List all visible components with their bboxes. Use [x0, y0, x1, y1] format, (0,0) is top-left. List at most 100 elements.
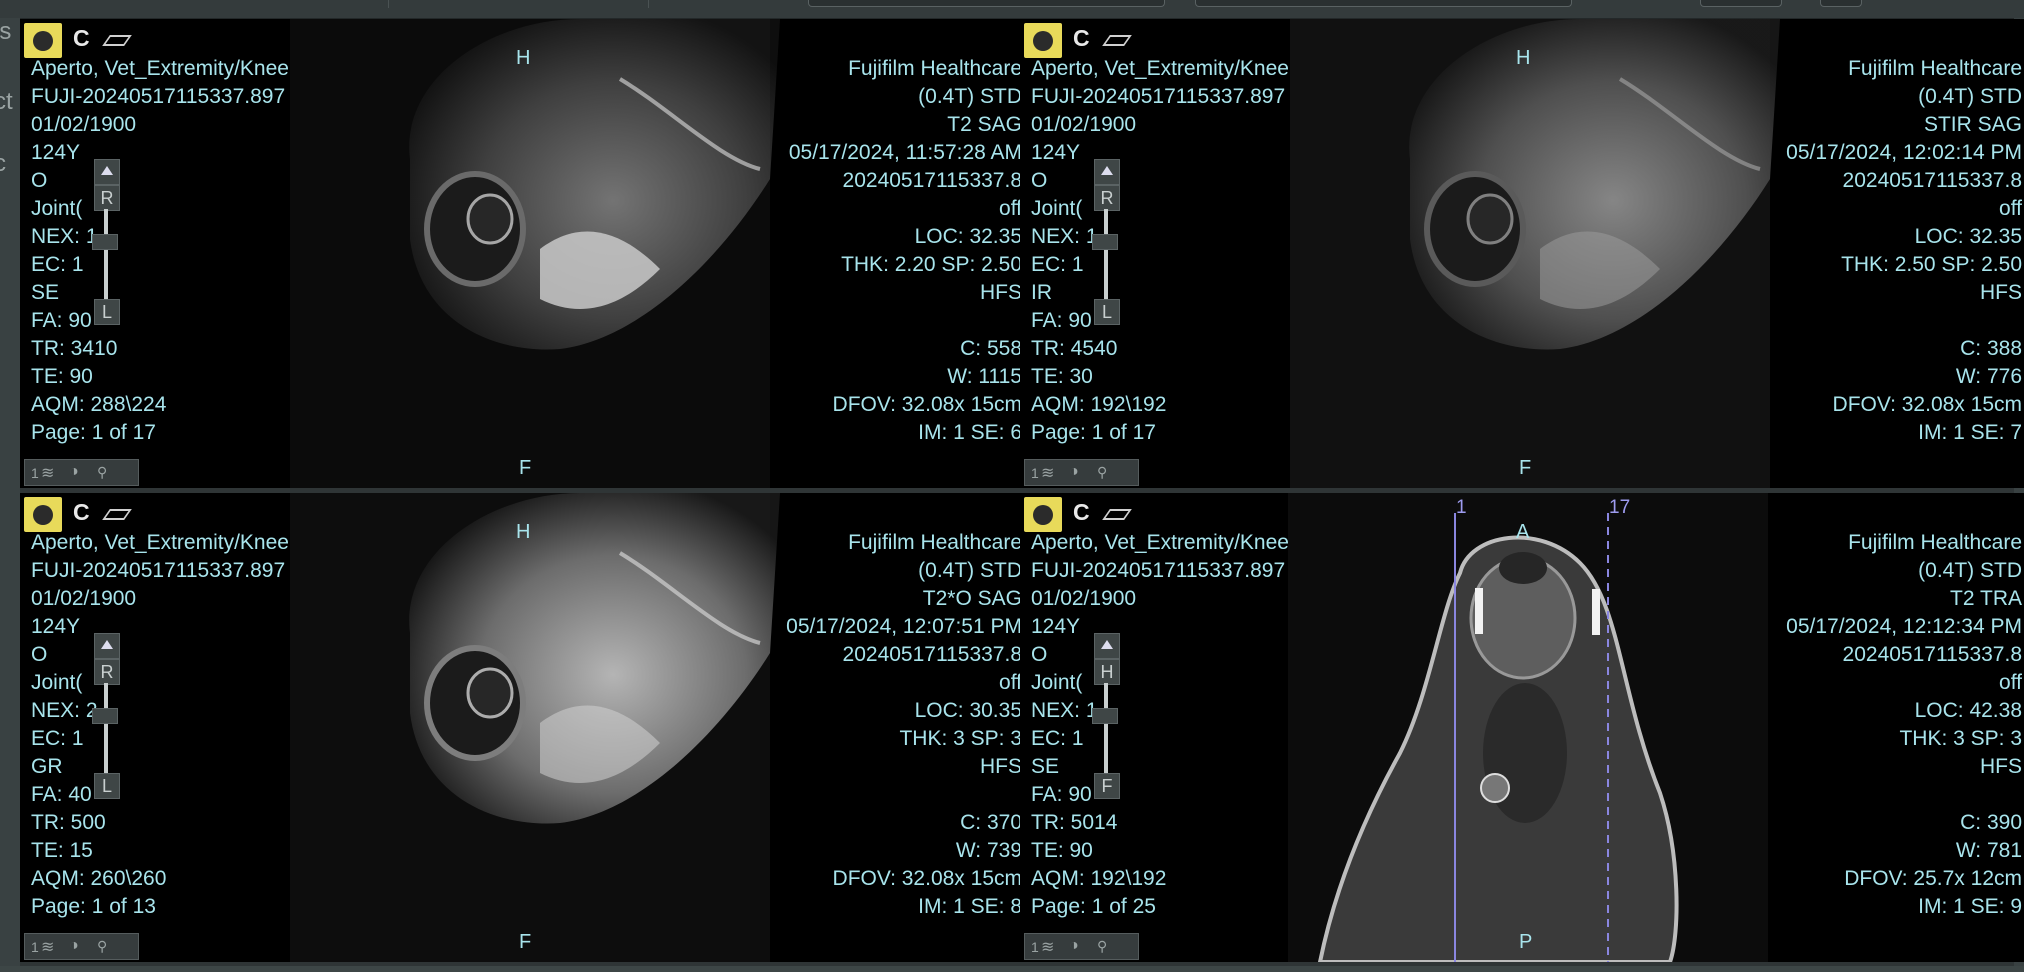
overlay-left-line: FUJI-20240517115337.897: [1031, 85, 1286, 108]
overlay-right-line: 05/17/2024, 12:07:51 PM: [786, 615, 1022, 638]
slice-scrollbar[interactable]: R L: [92, 633, 122, 799]
scroll-up-icon[interactable]: [1094, 633, 1120, 659]
overlay-left-line: Page: 1 of 25: [1031, 895, 1156, 918]
scale-top-label: R: [1094, 185, 1120, 211]
scroll-track[interactable]: [104, 683, 108, 778]
viewport-toolbar: 1 ≋ ◑ ⚲: [1024, 933, 1139, 960]
overlay-right-line: 05/17/2024, 12:02:14 PM: [1786, 141, 2022, 164]
orientation-bottom: F: [519, 931, 532, 953]
sidebar-fragment: is: [0, 18, 12, 45]
layers-icon[interactable]: ≋: [41, 463, 54, 483]
slice-scrollbar[interactable]: R L: [1092, 159, 1122, 325]
series-dropdown[interactable]: [808, 0, 1165, 7]
series-thumbnail-icon[interactable]: [24, 23, 62, 58]
scroll-track[interactable]: [1104, 209, 1108, 304]
contrast-icon[interactable]: ◑: [1069, 937, 1079, 955]
zoom-icon[interactable]: ⚲: [1097, 464, 1107, 481]
series-thumbnail-icon[interactable]: [1024, 497, 1062, 532]
overlay-left-line: AQM: 192\192: [1031, 867, 1167, 890]
scale-top-label: R: [94, 185, 120, 211]
series-thumbnail-icon[interactable]: [24, 497, 62, 532]
overlay-left-line: 01/02/1900: [1031, 587, 1137, 610]
toolbar-segment: [0, 0, 389, 8]
overlay-left-line: TE: 15: [31, 839, 93, 862]
slice-guide-label: 1: [1456, 497, 1467, 518]
overlay-right-line: Fujifilm Healthcare: [1848, 57, 2022, 80]
overlay-left-line: AQM: 288\224: [31, 393, 167, 416]
contrast-icon[interactable]: ◑: [69, 937, 79, 955]
overlay-left-line: EC: 1: [1031, 253, 1084, 276]
overlay-left-line: Aperto, Vet_Extremity/Knee: [31, 57, 289, 80]
scale-bottom-label: L: [94, 299, 120, 325]
overlay-left-line: 124Y: [1031, 141, 1081, 164]
slice-guide-line[interactable]: [1454, 513, 1456, 962]
zoom-icon[interactable]: ⚲: [97, 938, 107, 955]
overlay-right-line: THK: 3 SP: 3: [899, 727, 1022, 750]
overlay-right-line: IM: 1 SE: 7: [1918, 421, 2022, 444]
overlay-right-line: Fujifilm Healthcare: [848, 57, 1022, 80]
layers-icon[interactable]: ≋: [41, 937, 54, 957]
scroll-up-icon[interactable]: [94, 633, 120, 659]
scroll-track[interactable]: [104, 209, 108, 304]
overlay-left-line: FA: 90: [1031, 783, 1092, 806]
slice-guide-line[interactable]: [1607, 513, 1609, 962]
zoom-icon[interactable]: ⚲: [97, 464, 107, 481]
toolbar-button[interactable]: [1700, 0, 1782, 7]
scroll-thumb[interactable]: [92, 708, 118, 724]
overlay-right-line: C: 390: [1960, 811, 2022, 834]
scroll-track[interactable]: [1104, 683, 1108, 778]
orientation-bottom: F: [519, 457, 532, 479]
overlay-left-line: Page: 1 of 17: [1031, 421, 1156, 444]
viewport-1[interactable]: C H F Aperto, Vet_Extremity/Knee FUJI-2024…: [20, 19, 1032, 488]
orientation-top: H: [516, 521, 531, 543]
overlay-left-line: 01/02/1900: [1031, 113, 1137, 136]
series-thumbnail-icon[interactable]: [1024, 23, 1062, 58]
layout-dropdown[interactable]: [1195, 0, 1572, 7]
overlay-left-line: SE: [31, 281, 60, 304]
overlay-right-line: 20240517115337.8: [842, 643, 1022, 666]
overlay-left-line: FA: 40: [31, 783, 92, 806]
overlay-right-line: DFOV: 32.08x 15cm: [1832, 393, 2022, 416]
overlay-left-line: SE: [1031, 755, 1060, 778]
overlay-left-line: O: [31, 643, 48, 666]
viewport-4[interactable]: 1 17 C A P Aperto, Vet_Extremity/Knee FUJI…: [1020, 493, 2024, 962]
overlay-left-line: EC: 1: [1031, 727, 1084, 750]
overlay-left-line: 01/02/1900: [31, 113, 137, 136]
overlay-right-line: [1786, 781, 2022, 809]
layers-icon[interactable]: ≋: [1041, 463, 1054, 483]
grid-layout-icon[interactable]: [1820, 0, 1862, 7]
contrast-icon[interactable]: ◑: [1069, 463, 1079, 481]
zoom-icon[interactable]: ⚲: [1097, 938, 1107, 955]
viewport-2[interactable]: C H F Aperto, Vet_Extremity/Knee FUJI-2024…: [1020, 19, 2024, 488]
orientation-bottom: F: [1519, 457, 1532, 479]
overlay-left-line: Aperto, Vet_Extremity/Knee: [1031, 57, 1289, 80]
scroll-up-icon[interactable]: [1094, 159, 1120, 185]
overlay-right-line: off: [1999, 197, 2022, 220]
slice-scrollbar[interactable]: R L: [92, 159, 122, 325]
sidebar-fragment: ct: [0, 88, 13, 115]
scroll-thumb[interactable]: [1092, 234, 1118, 250]
overlay-right-line: IM: 1 SE: 8: [918, 895, 1022, 918]
overlay-left-line: TR: 4540: [1031, 337, 1118, 360]
overlay-left-line: Joint(: [1031, 671, 1083, 694]
overlay-right-line: off: [999, 671, 1022, 694]
overlay-right-line: [786, 781, 1022, 809]
overlay-right-line: W: 739: [955, 839, 1022, 862]
layers-icon[interactable]: ≋: [1041, 937, 1054, 957]
scroll-up-icon[interactable]: [94, 159, 120, 185]
scroll-thumb[interactable]: [1092, 708, 1118, 724]
scroll-thumb[interactable]: [92, 234, 118, 250]
overlay-right-line: THK: 3 SP: 3: [1899, 727, 2022, 750]
overlay-left-line: NEX: 2: [31, 699, 98, 722]
viewport-3[interactable]: C H F Aperto, Vet_Extremity/Knee FUJI-2024…: [20, 493, 1032, 962]
bottom-edge: [0, 966, 2024, 972]
viewport-header-label: C: [1073, 25, 1090, 51]
overlay-right-line: Fujifilm Healthcare: [848, 531, 1022, 554]
overlay-right-line: C: 370: [960, 811, 1022, 834]
slice-scrollbar[interactable]: H F: [1092, 633, 1122, 799]
orientation-top: A: [1516, 521, 1530, 543]
tools-label: 1: [1031, 465, 1039, 481]
overlay-right-line: 20240517115337.8: [842, 169, 1022, 192]
overlay-right-line: HFS: [980, 281, 1022, 304]
contrast-icon[interactable]: ◑: [69, 463, 79, 481]
